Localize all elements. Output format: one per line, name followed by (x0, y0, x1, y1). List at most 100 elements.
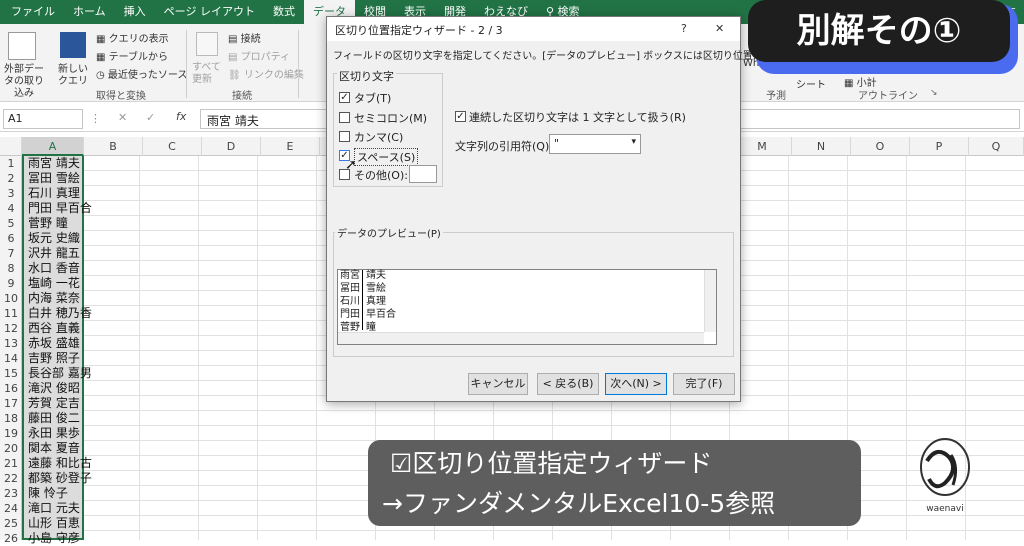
row-header[interactable]: 18 (0, 411, 22, 426)
tab-home[interactable]: ホーム (64, 0, 115, 24)
column-header[interactable]: B (84, 137, 143, 156)
cell-a[interactable]: 雨宮 靖夫 (28, 156, 80, 171)
connections-button[interactable]: ▤ 接続 (228, 30, 261, 45)
cell-a[interactable]: 遠藤 和比古 (28, 456, 92, 471)
row-header[interactable]: 12 (0, 321, 22, 336)
column-header[interactable]: Q (969, 137, 1024, 156)
column-header[interactable]: P (910, 137, 969, 156)
next-button[interactable]: 次へ(N) > (605, 373, 667, 395)
row-header[interactable]: 20 (0, 441, 22, 456)
row-header[interactable]: 26 (0, 531, 22, 546)
finish-button[interactable]: 完了(F) (673, 373, 735, 395)
row-header[interactable]: 8 (0, 261, 22, 276)
row-header[interactable]: 25 (0, 516, 22, 531)
column-header[interactable]: E (261, 137, 320, 156)
text-qualifier-select[interactable]: " ▾ (549, 134, 641, 154)
tab-page-layout[interactable]: ページ レイアウト (155, 0, 264, 24)
properties-button[interactable]: ▤ プロパティ (228, 48, 290, 63)
from-table-button[interactable]: ▦ テーブルから (96, 48, 168, 63)
selected-column-a[interactable]: 雨宮 靖夫 冨田 雪絵 石川 真理 門田 早百合 菅野 瞳 坂元 史織 沢井 龍… (22, 156, 92, 545)
cell-a[interactable]: 菅野 瞳 (28, 216, 68, 231)
column-header[interactable]: O (851, 137, 910, 156)
row-header[interactable]: 16 (0, 381, 22, 396)
cell-a[interactable]: 塩崎 一花 (28, 276, 80, 291)
cell-a[interactable]: 永田 果歩 (28, 426, 80, 441)
column-header[interactable]: C (143, 137, 202, 156)
column-header[interactable]: M (733, 137, 792, 156)
enter-icon[interactable]: ✓ (146, 111, 155, 124)
tab-file[interactable]: ファイル (2, 0, 64, 24)
comma-checkbox[interactable] (339, 131, 350, 142)
cell-a[interactable]: 陳 怜子 (28, 486, 68, 501)
cell-a[interactable]: 内海 菜奈 (28, 291, 80, 306)
cell-a[interactable]: 藤田 俊二 (28, 411, 80, 426)
row-header[interactable]: 5 (0, 216, 22, 231)
column-header[interactable]: D (202, 137, 261, 156)
cell-a[interactable]: 山形 百恵 (28, 516, 80, 531)
close-button[interactable]: ✕ (715, 22, 724, 35)
column-header[interactable]: N (792, 137, 851, 156)
consecutive-checkbox[interactable]: ✓ (455, 111, 466, 122)
cell-a[interactable]: 赤坂 盛雄 (28, 336, 80, 351)
help-button[interactable]: ? (681, 22, 687, 35)
preview-vertical-scrollbar[interactable] (704, 270, 716, 332)
forecast-sheet-button[interactable]: シート (796, 76, 826, 91)
cell-a[interactable]: 芳賀 定吉 (28, 396, 80, 411)
function-icon[interactable]: fx (176, 110, 186, 123)
column-header[interactable]: A (22, 137, 84, 156)
show-query-button[interactable]: ▦ クエリの表示 (96, 30, 169, 45)
cancel-button[interactable]: キャンセル (468, 373, 528, 395)
get-external-data-button[interactable]: 外部データの取り込み (0, 64, 48, 100)
other-checkbox[interactable] (339, 169, 350, 180)
tab-formulas[interactable]: 数式 (264, 0, 304, 24)
recent-sources-button[interactable]: ◷ 最近使ったソース (96, 66, 187, 81)
row-header[interactable]: 13 (0, 336, 22, 351)
row-header[interactable]: 24 (0, 501, 22, 516)
cell-a[interactable]: 長谷部 嘉男 (28, 366, 92, 381)
row-header[interactable]: 1 (0, 156, 22, 171)
cell-a[interactable]: 石川 真理 (28, 186, 80, 201)
cell-a[interactable]: 門田 早百合 (28, 201, 92, 216)
row-header[interactable]: 19 (0, 426, 22, 441)
dialog-launcher-icon[interactable]: ↘ (930, 88, 938, 98)
row-header[interactable]: 14 (0, 351, 22, 366)
row-header[interactable]: 15 (0, 366, 22, 381)
refresh-all-button[interactable]: すべて更新 (192, 62, 222, 86)
select-all-corner[interactable] (0, 137, 22, 156)
cell-a[interactable]: 滝口 元夫 (28, 501, 80, 516)
row-header[interactable]: 21 (0, 456, 22, 471)
cell-a[interactable]: 水口 香音 (28, 261, 80, 276)
semicolon-checkbox[interactable] (339, 112, 350, 123)
row-header[interactable]: 17 (0, 396, 22, 411)
back-button[interactable]: < 戻る(B) (537, 373, 599, 395)
tab-checkbox[interactable]: ✓ (339, 92, 350, 103)
row-header[interactable]: 4 (0, 201, 22, 216)
cell-a[interactable]: 滝沢 俊昭 (28, 381, 80, 396)
row-header[interactable]: 11 (0, 306, 22, 321)
row-header[interactable]: 23 (0, 486, 22, 501)
cell-a[interactable]: 都築 砂登子 (28, 471, 92, 486)
new-query-button[interactable]: 新しいクエリ (58, 64, 90, 88)
cell-a[interactable]: 小島 守彦 (28, 531, 80, 546)
data-preview-pane[interactable]: 雨宮 靖夫 冨田 雪絵 石川 真理 門田 早百合 菅野 瞳 (337, 269, 717, 345)
cell-a[interactable]: 西谷 直義 (28, 321, 80, 336)
other-delimiter-input[interactable] (409, 165, 437, 183)
row-header[interactable]: 9 (0, 276, 22, 291)
row-header[interactable]: 2 (0, 171, 22, 186)
row-header[interactable]: 22 (0, 471, 22, 486)
row-header[interactable]: 6 (0, 231, 22, 246)
cancel-icon[interactable]: ✕ (118, 111, 127, 124)
row-header[interactable]: 10 (0, 291, 22, 306)
name-box[interactable]: A1 (3, 109, 83, 129)
cell-a[interactable]: 吉野 照子 (28, 351, 80, 366)
tab-insert[interactable]: 挿入 (115, 0, 155, 24)
cell-a[interactable]: 白井 穂乃香 (28, 306, 92, 321)
cell-a[interactable]: 関本 夏音 (28, 441, 80, 456)
edit-links-button[interactable]: ⛓ リンクの編集 (228, 66, 304, 81)
cell-a[interactable]: 沢井 龍五 (28, 246, 80, 261)
row-header[interactable]: 7 (0, 246, 22, 261)
cell-a[interactable]: 坂元 史織 (28, 231, 80, 246)
cell-a[interactable]: 冨田 雪絵 (28, 171, 80, 186)
row-header[interactable]: 3 (0, 186, 22, 201)
preview-horizontal-scrollbar[interactable] (338, 332, 704, 344)
